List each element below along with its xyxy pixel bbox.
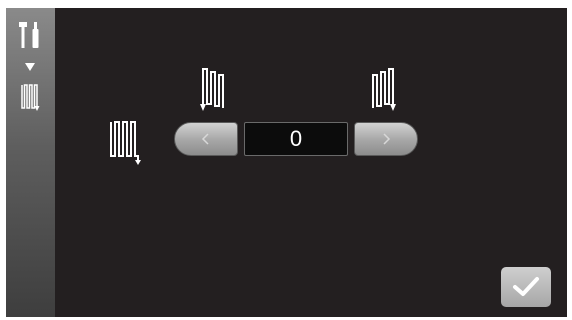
increment-button[interactable] bbox=[354, 122, 418, 156]
decrement-button[interactable] bbox=[174, 122, 238, 156]
sidebar bbox=[6, 8, 55, 317]
pattern-down-icon bbox=[200, 68, 224, 111]
tools-icon[interactable] bbox=[18, 20, 44, 50]
chevron-left-icon bbox=[201, 133, 209, 145]
triangle-down-icon[interactable] bbox=[25, 63, 35, 71]
pattern-down-icon bbox=[110, 121, 141, 165]
checkmark-icon bbox=[513, 277, 539, 296]
value-stepper: 0 bbox=[174, 122, 418, 156]
stepper-value: 0 bbox=[244, 122, 348, 156]
device-screen: 0 bbox=[6, 8, 567, 317]
chevron-right-icon bbox=[383, 133, 391, 145]
pattern-down-icon[interactable] bbox=[20, 82, 40, 112]
confirm-button[interactable] bbox=[501, 267, 551, 307]
pattern-down-icon bbox=[372, 68, 396, 111]
